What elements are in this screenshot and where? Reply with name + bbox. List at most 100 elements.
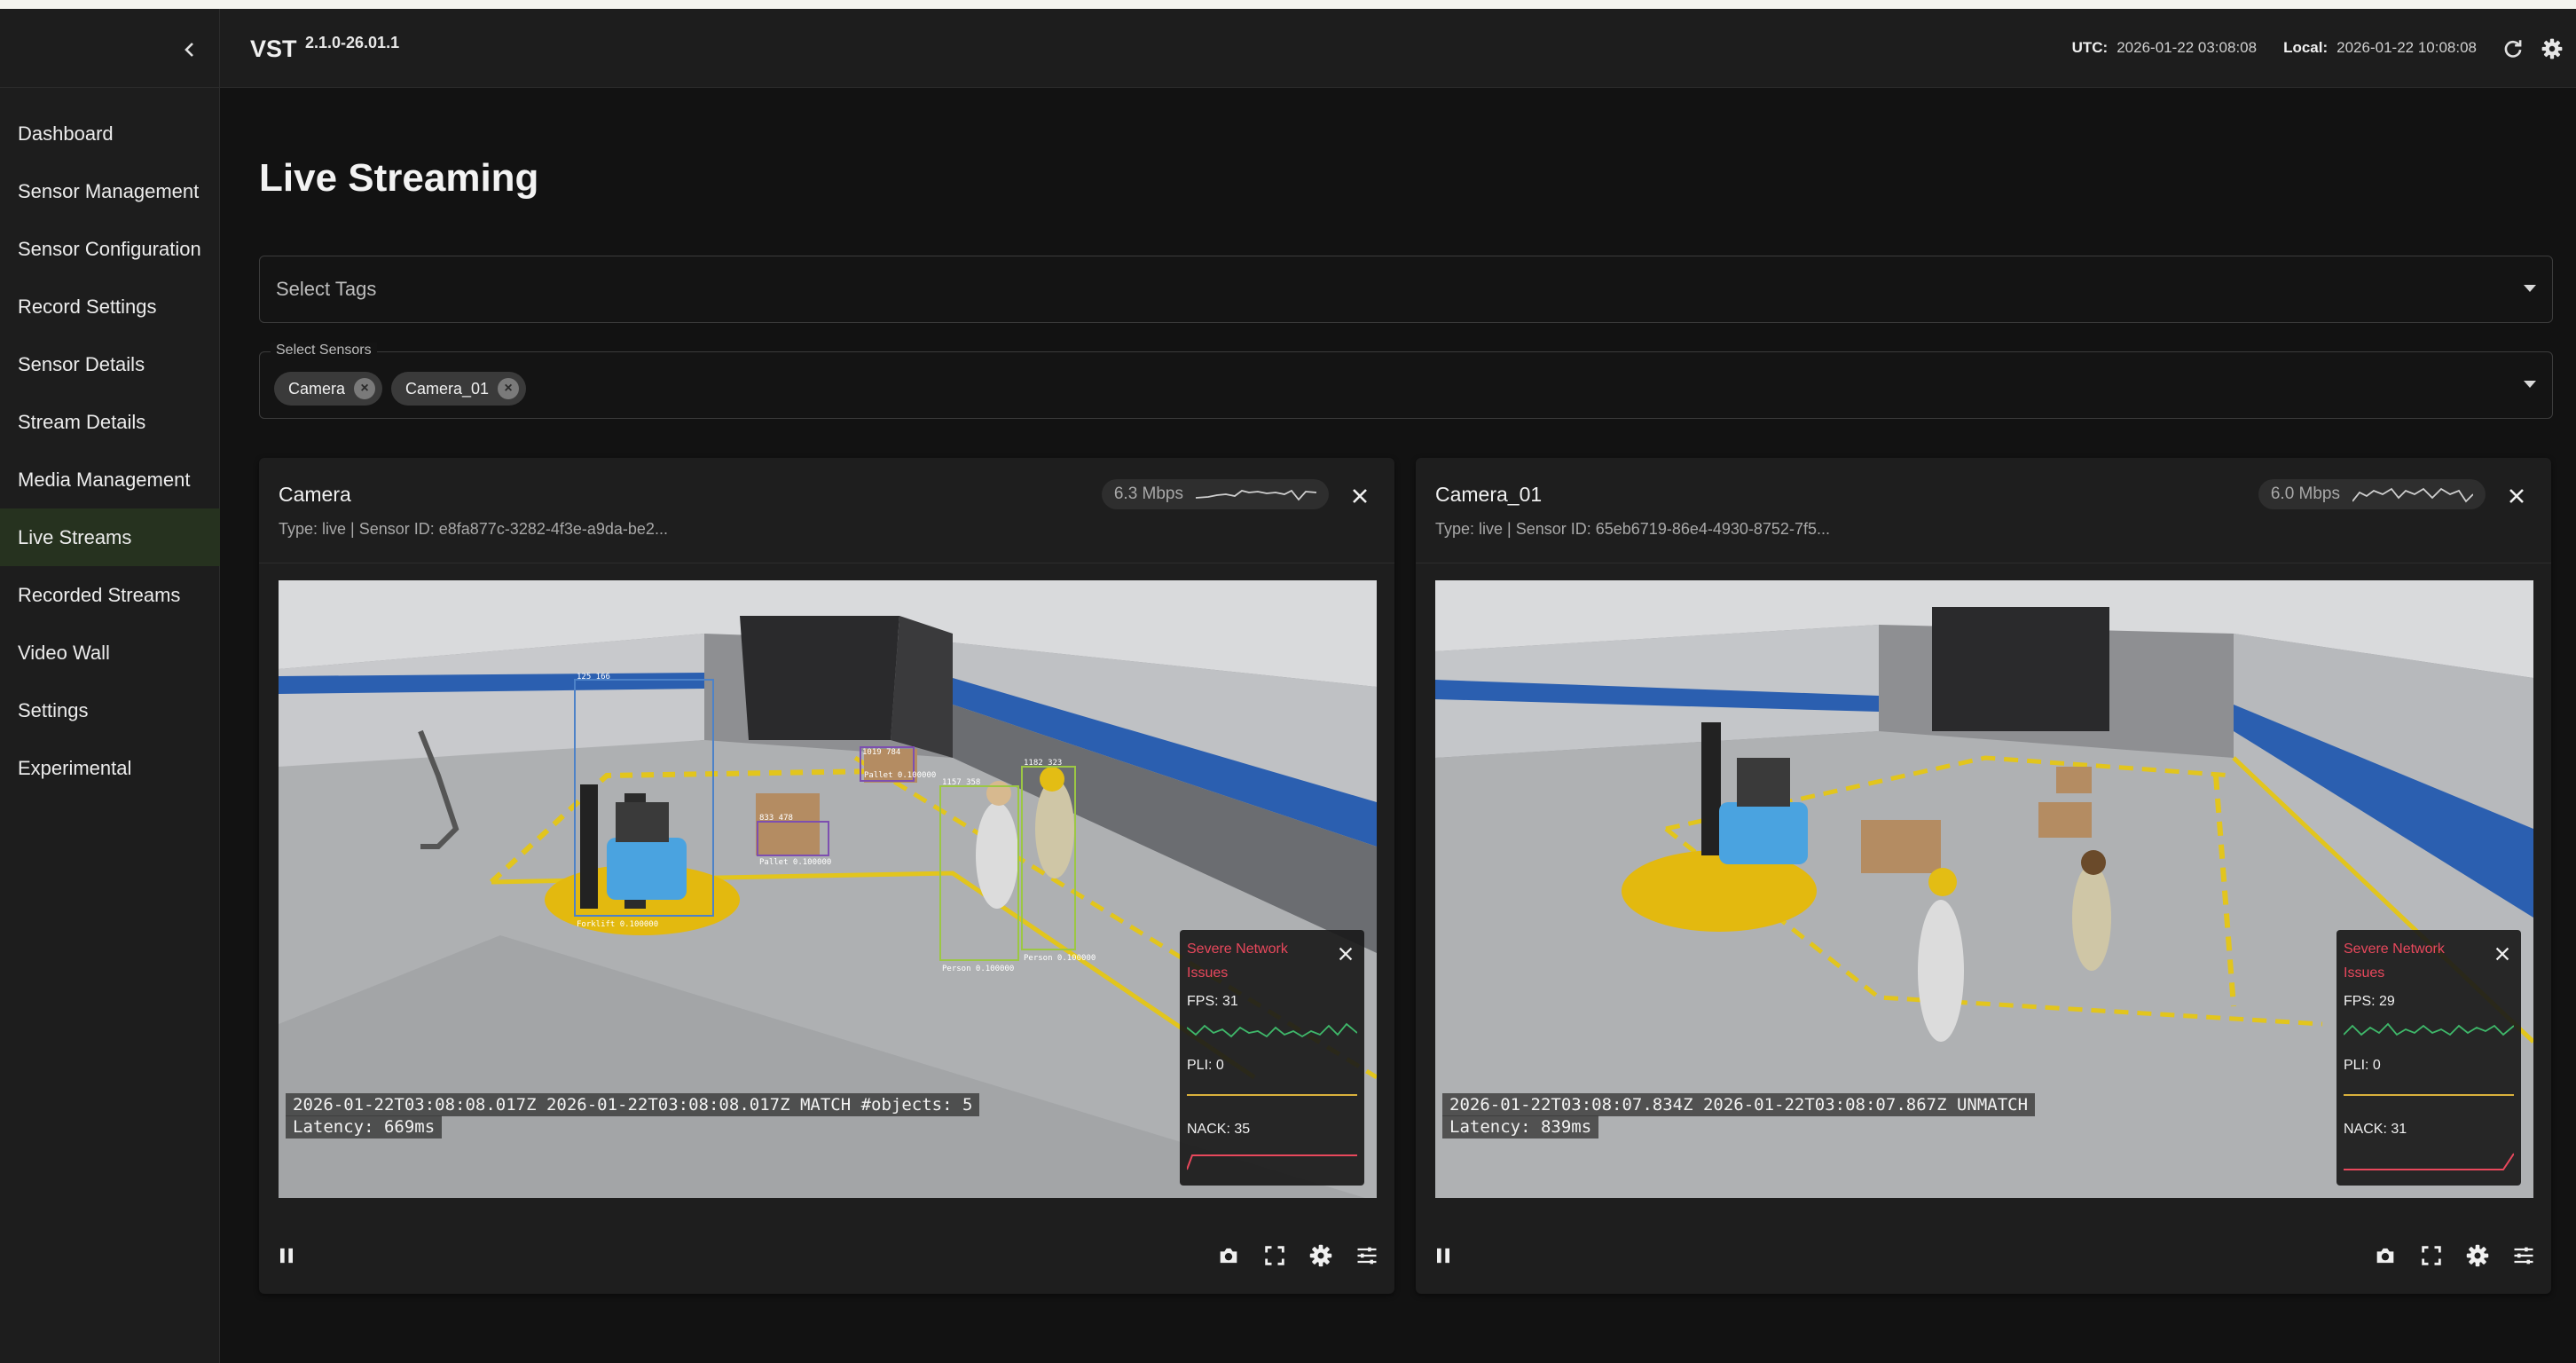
detection-tag-pallet: 833 478 <box>759 814 793 823</box>
remove-chip-icon[interactable]: × <box>354 378 376 399</box>
close-stream-button[interactable] <box>2503 483 2530 509</box>
stream-panel-camera: Camera Type: live | Sensor ID: e8fa877c-… <box>259 458 1394 1294</box>
tune-icon <box>2514 1247 2533 1265</box>
latency-overlay: Latency: 839ms <box>1442 1115 1599 1138</box>
detection-label-pallet: Pallet 0.100000 <box>864 771 936 780</box>
dropdown-arrow-icon <box>2524 285 2536 292</box>
sidebar-item-dashboard[interactable]: Dashboard <box>0 105 220 162</box>
refresh-icon <box>2504 40 2522 58</box>
fullscreen-icon <box>1265 1246 1284 1265</box>
refresh-button[interactable] <box>2500 35 2526 62</box>
detection-tag-person: 1182 323 <box>1024 759 1062 768</box>
detection-tag-pallet: 1019 784 <box>862 748 900 757</box>
sidebar-item-recorded-streams[interactable]: Recorded Streams <box>0 566 220 624</box>
fullscreen-button[interactable] <box>1260 1241 1290 1271</box>
pli-label: PLI: 0 <box>1187 1058 1224 1073</box>
stream-panel-camera-01: Camera_01 Type: live | Sensor ID: 65eb67… <box>1416 458 2551 1294</box>
close-icon[interactable] <box>1336 944 1355 964</box>
pause-icon <box>280 1248 293 1264</box>
fullscreen-button[interactable] <box>2416 1241 2446 1271</box>
close-stream-button[interactable] <box>1347 483 1373 509</box>
pli-label: PLI: 0 <box>2344 1058 2381 1073</box>
select-tags-placeholder: Select Tags <box>276 278 377 300</box>
remove-chip-icon[interactable]: × <box>498 378 520 399</box>
camera-icon <box>1220 1248 1237 1264</box>
snapshot-button[interactable] <box>2370 1241 2400 1271</box>
bitrate-sparkline <box>1196 489 1316 501</box>
adjustments-button[interactable] <box>2509 1241 2539 1271</box>
stream-settings-button[interactable] <box>1306 1241 1336 1271</box>
close-icon[interactable] <box>2493 944 2512 964</box>
sidebar-nav: Dashboard Sensor Management Sensor Confi… <box>0 105 220 797</box>
app-header: VST 2.1.0-26.01.1 UTC: 2026-01-22 03:08:… <box>220 9 2576 88</box>
sidebar-item-sensor-management[interactable]: Sensor Management <box>0 162 220 220</box>
fps-sparkline <box>2344 1022 2514 1036</box>
bitrate-indicator: 6.0 Mbps <box>2258 479 2486 509</box>
settings-button[interactable] <box>2539 35 2565 62</box>
chip-label: Camera_01 <box>405 379 490 398</box>
sidebar-item-live-streams[interactable]: Live Streams <box>0 508 220 566</box>
sidebar-item-media-management[interactable]: Media Management <box>0 451 220 508</box>
select-sensors-label: Select Sensors <box>271 343 377 358</box>
select-tags-dropdown[interactable]: Select Tags <box>259 256 2553 323</box>
gear-icon <box>2466 1244 2489 1267</box>
nack-label: NACK: 31 <box>2344 1122 2407 1137</box>
local-label: Local: <box>2283 39 2329 56</box>
chip-label: Camera <box>288 379 346 398</box>
sidebar-item-video-wall[interactable]: Video Wall <box>0 624 220 682</box>
nack-sparkline <box>2344 1153 2514 1170</box>
sidebar-item-stream-details[interactable]: Stream Details <box>0 393 220 451</box>
adjustments-button[interactable] <box>1352 1241 1382 1271</box>
latency-overlay: Latency: 669ms <box>286 1115 443 1138</box>
pli-sparkline <box>2344 1094 2514 1096</box>
stream-title: Camera_01 <box>1435 483 1543 506</box>
sidebar-item-experimental[interactable]: Experimental <box>0 739 220 797</box>
close-icon <box>1353 489 1367 503</box>
network-warning: Severe Network Issues <box>2344 941 2445 981</box>
stream-subtitle: Type: live | Sensor ID: 65eb6719-86e4-49… <box>1435 520 1830 538</box>
pause-icon <box>1437 1248 1449 1264</box>
network-stats-panel: Severe Network Issues FPS: 29 PLI: 0 NAC… <box>2336 930 2521 1186</box>
collapse-sidebar-button[interactable] <box>174 34 206 66</box>
detection-tag-forklift: 125 166 <box>577 673 610 682</box>
tune-icon <box>1357 1247 1377 1265</box>
sidebar-item-record-settings[interactable]: Record Settings <box>0 278 220 335</box>
detection-tag-person: 1157 358 <box>942 778 980 787</box>
network-warning: Severe Network Issues <box>1187 941 1288 981</box>
snapshot-button[interactable] <box>1213 1241 1244 1271</box>
select-sensors-dropdown[interactable]: Select Sensors Camera × Camera_01 × <box>259 343 2553 419</box>
detection-label-forklift: Forklift 0.100000 <box>577 920 658 929</box>
sidebar-item-sensor-details[interactable]: Sensor Details <box>0 335 220 393</box>
page-title: Live Streaming <box>259 156 539 200</box>
detection-label-person: Person 0.100000 <box>1024 954 1096 963</box>
sensor-chip-camera-01: Camera_01 × <box>391 372 527 406</box>
timestamp-overlay: 2026-01-22T03:08:07.834Z 2026-01-22T03:0… <box>1442 1093 2036 1116</box>
fps-sparkline <box>1187 1022 1357 1038</box>
bitrate-value: 6.0 Mbps <box>2270 485 2340 503</box>
stream-settings-button[interactable] <box>2462 1241 2493 1271</box>
chevron-left-icon <box>185 43 193 57</box>
bitrate-value: 6.3 Mbps <box>1113 485 1183 503</box>
sidebar-divider <box>0 87 220 88</box>
camera-icon <box>2376 1248 2394 1264</box>
pause-button[interactable] <box>271 1241 302 1271</box>
nack-label: NACK: 35 <box>1187 1122 1251 1137</box>
sidebar: Dashboard Sensor Management Sensor Confi… <box>0 9 220 1363</box>
fps-label: FPS: 31 <box>1187 994 1238 1009</box>
nack-sparkline <box>1187 1154 1357 1170</box>
video-feed[interactable]: 2026-01-22T03:08:07.834Z 2026-01-22T03:0… <box>1435 580 2533 1198</box>
clock-display: UTC: 2026-01-22 03:08:08 Local: 2026-01-… <box>2072 39 2477 57</box>
detection-label-person: Person 0.100000 <box>942 965 1014 973</box>
app-brand: VST <box>250 35 297 62</box>
dropdown-arrow-icon <box>2524 381 2536 388</box>
player-controls <box>259 1221 1394 1294</box>
video-feed[interactable]: 125 166 Forklift 0.100000 833 478 Pallet… <box>279 580 1377 1198</box>
sidebar-item-sensor-configuration[interactable]: Sensor Configuration <box>0 220 220 278</box>
pause-button[interactable] <box>1428 1241 1458 1271</box>
local-time: 2026-01-22 10:08:08 <box>2336 39 2477 56</box>
player-controls <box>1416 1221 2551 1294</box>
utc-time: 2026-01-22 03:08:08 <box>2117 39 2258 56</box>
sidebar-item-settings[interactable]: Settings <box>0 682 220 739</box>
fps-label: FPS: 29 <box>2344 994 2395 1009</box>
app-version: 2.1.0-26.01.1 <box>305 34 400 51</box>
